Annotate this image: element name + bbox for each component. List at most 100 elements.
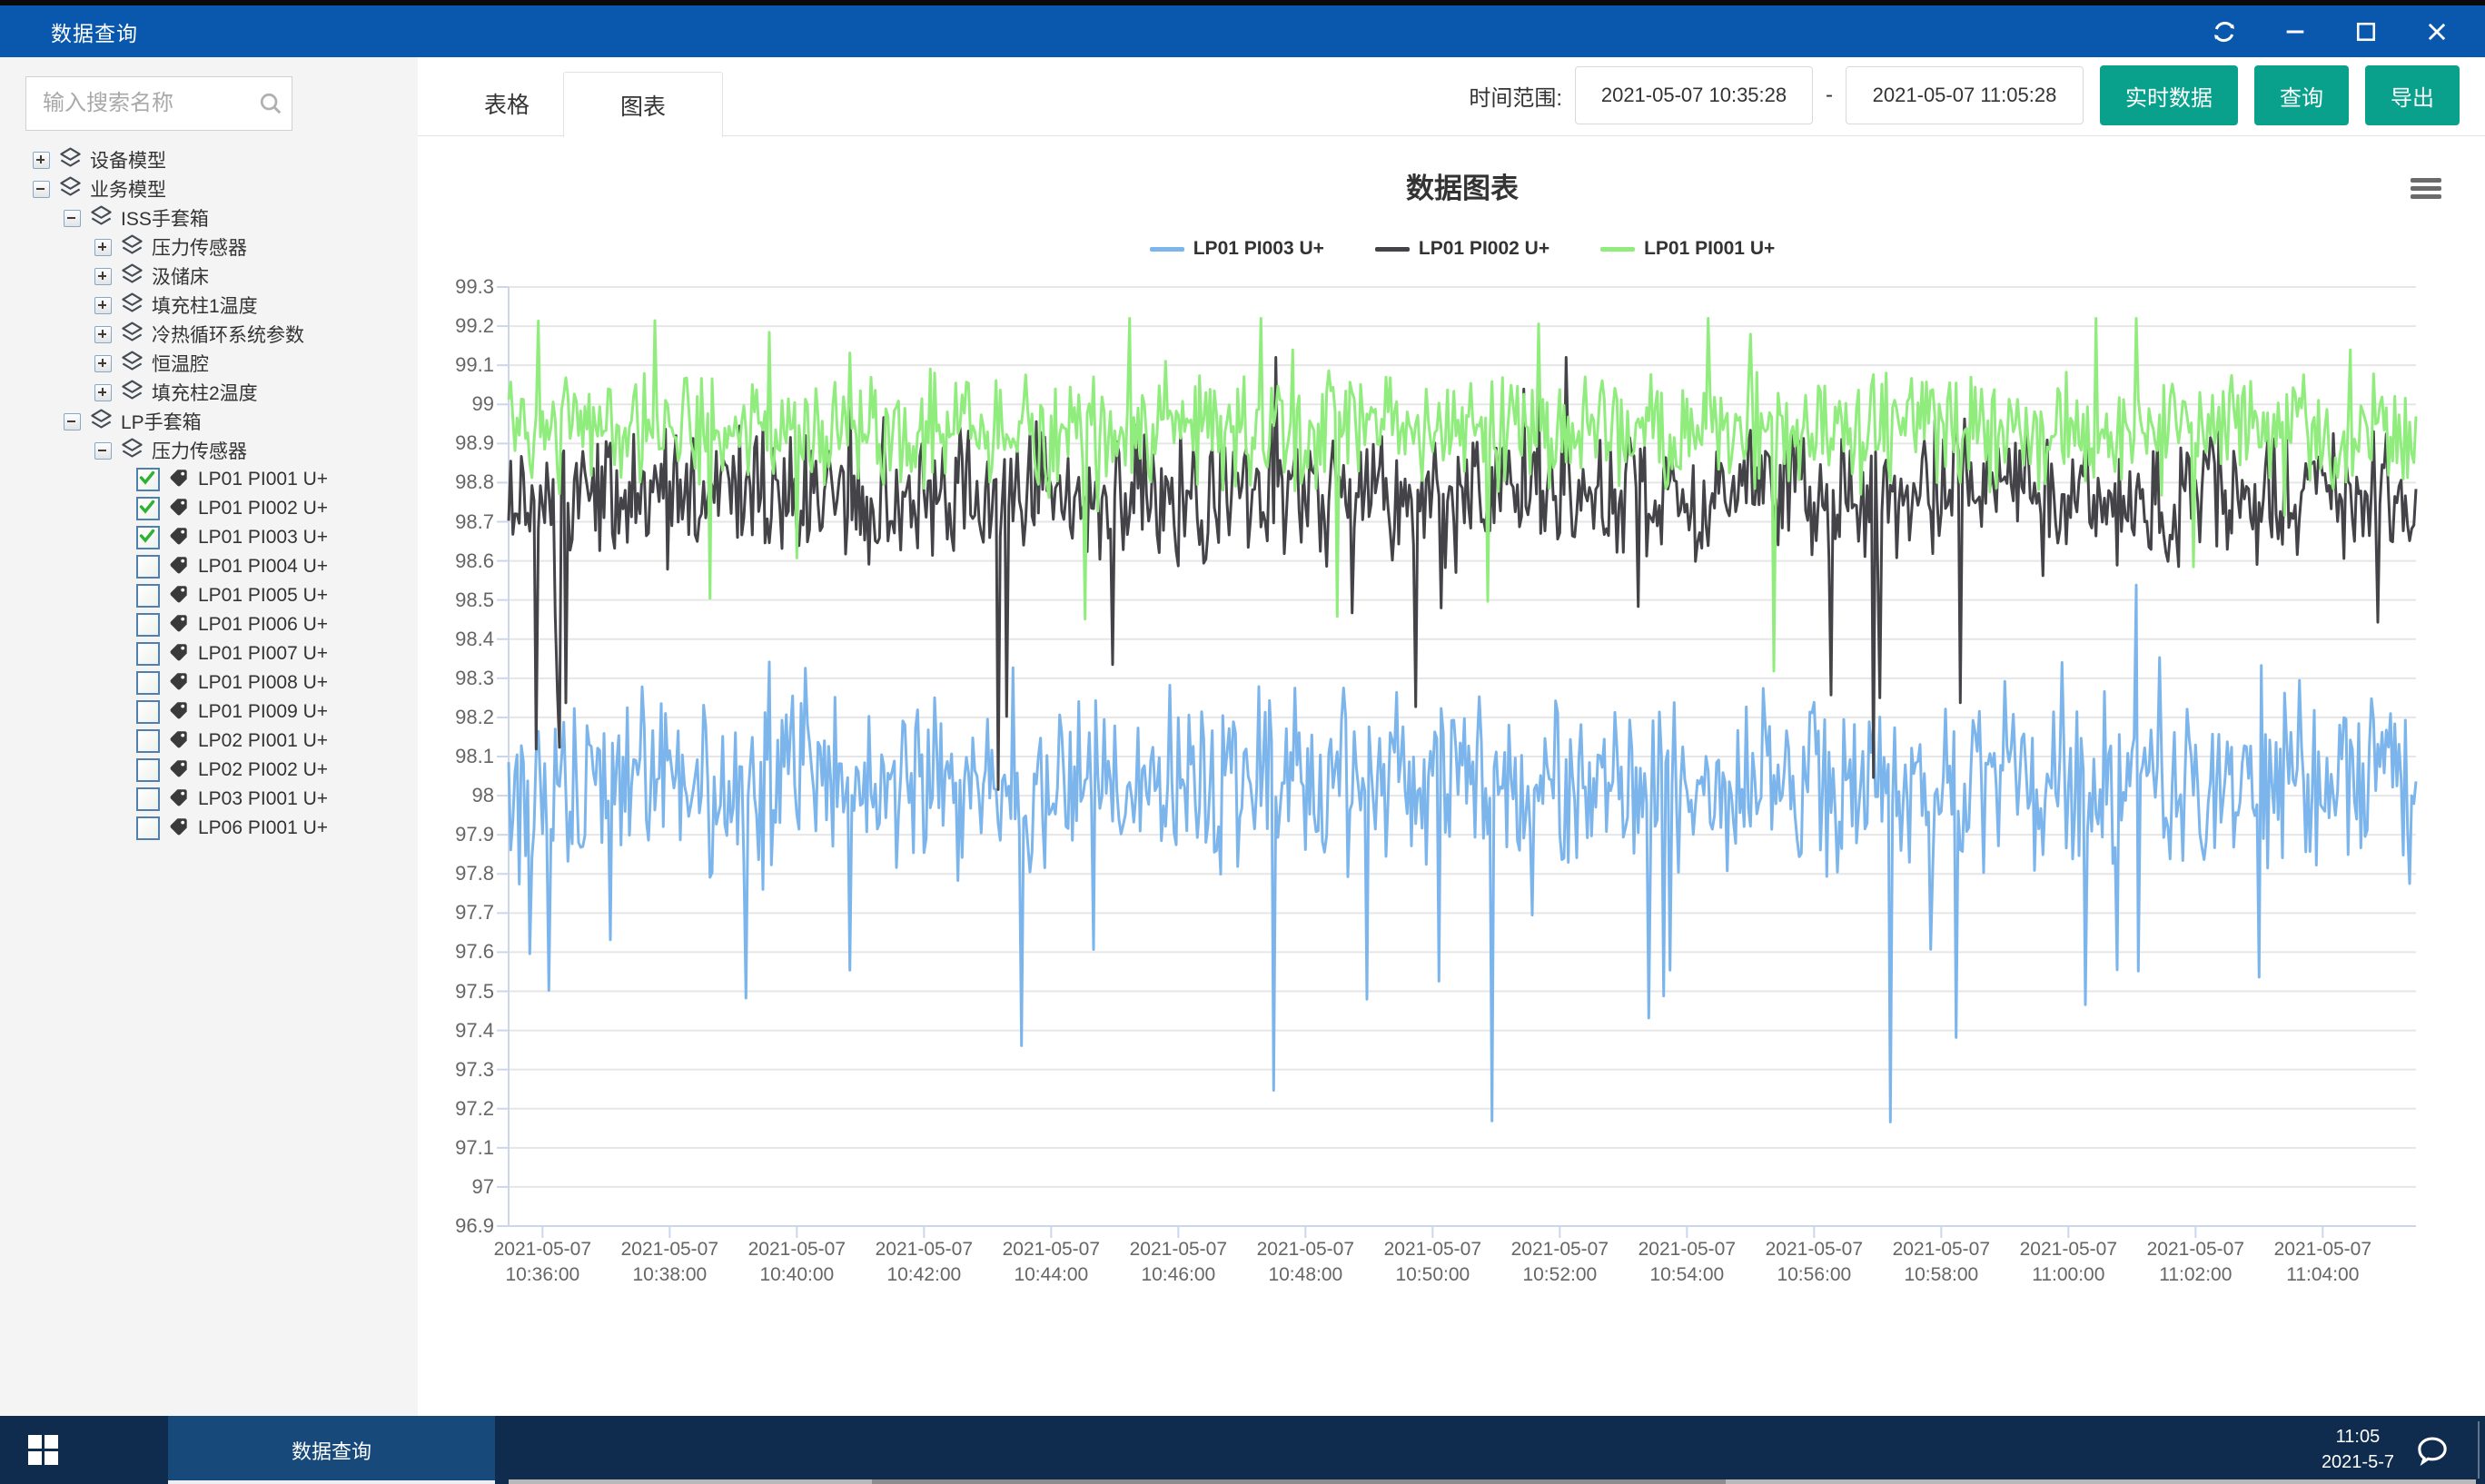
horizontal-scrollbar-thumb[interactable] — [872, 1479, 1726, 1484]
tag-icon — [168, 816, 190, 842]
notification-bubble-icon[interactable] — [2414, 1436, 2450, 1471]
tree-node-label: 填充柱1温度 — [152, 292, 258, 319]
tree-leaf[interactable]: LP02 PI001 U+ — [0, 727, 418, 756]
tree-node[interactable]: 业务模型 — [0, 174, 418, 203]
tree-leaf[interactable]: LP01 PI009 U+ — [0, 697, 418, 727]
windows-logo-icon — [28, 1435, 59, 1466]
legend-item[interactable]: LP01 PI002 U+ — [1375, 238, 1549, 260]
y-axis-tick-label: 99.3 — [381, 274, 494, 300]
chart-menu-button[interactable] — [2411, 178, 2443, 203]
chart-plot — [490, 278, 2452, 1253]
checkbox-unchecked[interactable] — [136, 613, 160, 637]
y-axis-tick-label: 98.3 — [381, 666, 494, 691]
tree-node[interactable]: 填充柱1温度 — [0, 291, 418, 320]
time-to-input[interactable] — [1846, 66, 2084, 124]
tag-icon — [168, 699, 190, 726]
checkbox-unchecked[interactable] — [136, 642, 160, 666]
minimize-button[interactable] — [2260, 5, 2331, 57]
tree-leaf[interactable]: LP01 PI005 U+ — [0, 581, 418, 610]
expand-plus-icon[interactable] — [94, 268, 112, 285]
tree-leaf[interactable]: LP01 PI008 U+ — [0, 668, 418, 697]
tree-leaf[interactable]: LP02 PI002 U+ — [0, 756, 418, 785]
expand-plus-icon[interactable] — [94, 355, 112, 372]
expand-plus-icon[interactable] — [33, 152, 50, 169]
checkbox-unchecked[interactable] — [136, 729, 160, 753]
y-axis-tick-label: 97.4 — [381, 1018, 494, 1044]
maximize-button[interactable] — [2331, 5, 2401, 57]
y-axis-tick-label: 97.1 — [381, 1135, 494, 1161]
checkbox-unchecked[interactable] — [136, 584, 160, 608]
checkbox-checked[interactable] — [136, 497, 160, 520]
refresh-button[interactable] — [2189, 5, 2260, 57]
y-axis-tick-label: 97.8 — [381, 861, 494, 886]
legend-item[interactable]: LP01 PI001 U+ — [1600, 238, 1775, 260]
checkbox-checked[interactable] — [136, 468, 160, 491]
search-icon[interactable] — [257, 90, 284, 122]
layers-icon — [120, 292, 144, 319]
realtime-data-button[interactable]: 实时数据 — [2100, 65, 2238, 125]
tree-leaf[interactable]: LP01 PI004 U+ — [0, 552, 418, 581]
collapse-minus-icon[interactable] — [64, 210, 81, 227]
tree-node-label: LP01 PI001 U+ — [198, 469, 328, 490]
tree-node-label: ISS手套箱 — [121, 204, 209, 232]
checkbox-unchecked[interactable] — [136, 787, 160, 811]
expand-plus-icon[interactable] — [94, 326, 112, 343]
export-button[interactable]: 导出 — [2365, 65, 2460, 125]
checkbox-unchecked[interactable] — [136, 671, 160, 695]
tree-node-label: LP01 PI006 U+ — [198, 614, 328, 636]
collapse-minus-icon[interactable] — [33, 181, 50, 198]
legend-item[interactable]: LP01 PI003 U+ — [1150, 238, 1324, 260]
tree-node[interactable]: 压力传感器 — [0, 232, 418, 262]
expand-plus-icon[interactable] — [94, 297, 112, 314]
legend-line-swatch — [1375, 247, 1410, 252]
close-button[interactable] — [2401, 5, 2472, 57]
series-line-LP01-PI003-U+ — [509, 585, 2416, 1122]
chart-legend: LP01 PI003 U+ LP01 PI002 U+ LP01 PI001 U+ — [509, 238, 2416, 260]
layers-icon — [120, 437, 144, 464]
refresh-icon — [2211, 18, 2238, 45]
tree-node-label: LP01 PI007 U+ — [198, 643, 328, 665]
tree-leaf[interactable]: LP06 PI001 U+ — [0, 814, 418, 843]
time-from-input[interactable] — [1575, 66, 1813, 124]
tree-leaf[interactable]: LP01 PI001 U+ — [0, 465, 418, 494]
tab-table[interactable]: 表格 — [445, 72, 569, 135]
show-desktop-separator[interactable] — [2478, 1421, 2480, 1479]
search-input[interactable] — [26, 77, 272, 130]
tree-leaf[interactable]: LP01 PI002 U+ — [0, 494, 418, 523]
tree-node-label: 压力传感器 — [152, 233, 247, 261]
tree-leaf[interactable]: LP01 PI006 U+ — [0, 610, 418, 639]
tree-node[interactable]: 冷热循环系统参数 — [0, 320, 418, 349]
expand-plus-icon[interactable] — [94, 384, 112, 401]
layers-icon — [120, 262, 144, 290]
taskbar-app-button[interactable]: 数据查询 — [168, 1416, 495, 1484]
expand-plus-icon[interactable] — [94, 239, 112, 256]
tag-icon — [168, 641, 190, 668]
tree-node[interactable]: 汲储床 — [0, 262, 418, 291]
tree-node[interactable]: LP手套箱 — [0, 407, 418, 436]
tree-node-label: LP01 PI003 U+ — [198, 527, 328, 549]
tree-leaf[interactable]: LP03 PI001 U+ — [0, 785, 418, 814]
tree-node[interactable]: ISS手套箱 — [0, 203, 418, 232]
collapse-minus-icon[interactable] — [94, 442, 112, 460]
tree-node-label: LP手套箱 — [121, 408, 202, 435]
taskbar: 数据查询 11:05 2021-5-7 — [0, 1416, 2485, 1484]
tab-chart[interactable]: 图表 — [563, 72, 723, 137]
checkbox-unchecked[interactable] — [136, 816, 160, 840]
window-controls — [2189, 5, 2472, 57]
tree-node[interactable]: 填充柱2温度 — [0, 378, 418, 407]
checkbox-unchecked[interactable] — [136, 700, 160, 724]
y-axis-tick-label: 97.3 — [381, 1057, 494, 1083]
checkbox-checked[interactable] — [136, 526, 160, 549]
tree-node-label: LP01 PI008 U+ — [198, 672, 328, 694]
checkbox-unchecked[interactable] — [136, 555, 160, 579]
checkbox-unchecked[interactable] — [136, 758, 160, 782]
tree-leaf[interactable]: LP01 PI007 U+ — [0, 639, 418, 668]
tree-node[interactable]: 设备模型 — [0, 145, 418, 174]
start-button[interactable] — [0, 1416, 87, 1484]
tree-node[interactable]: 恒温腔 — [0, 349, 418, 378]
tree-node[interactable]: 压力传感器 — [0, 436, 418, 465]
taskbar-clock[interactable]: 11:05 2021-5-7 — [2322, 1424, 2394, 1475]
query-button[interactable]: 查询 — [2254, 65, 2349, 125]
collapse-minus-icon[interactable] — [64, 413, 81, 430]
tree-leaf[interactable]: LP01 PI003 U+ — [0, 523, 418, 552]
